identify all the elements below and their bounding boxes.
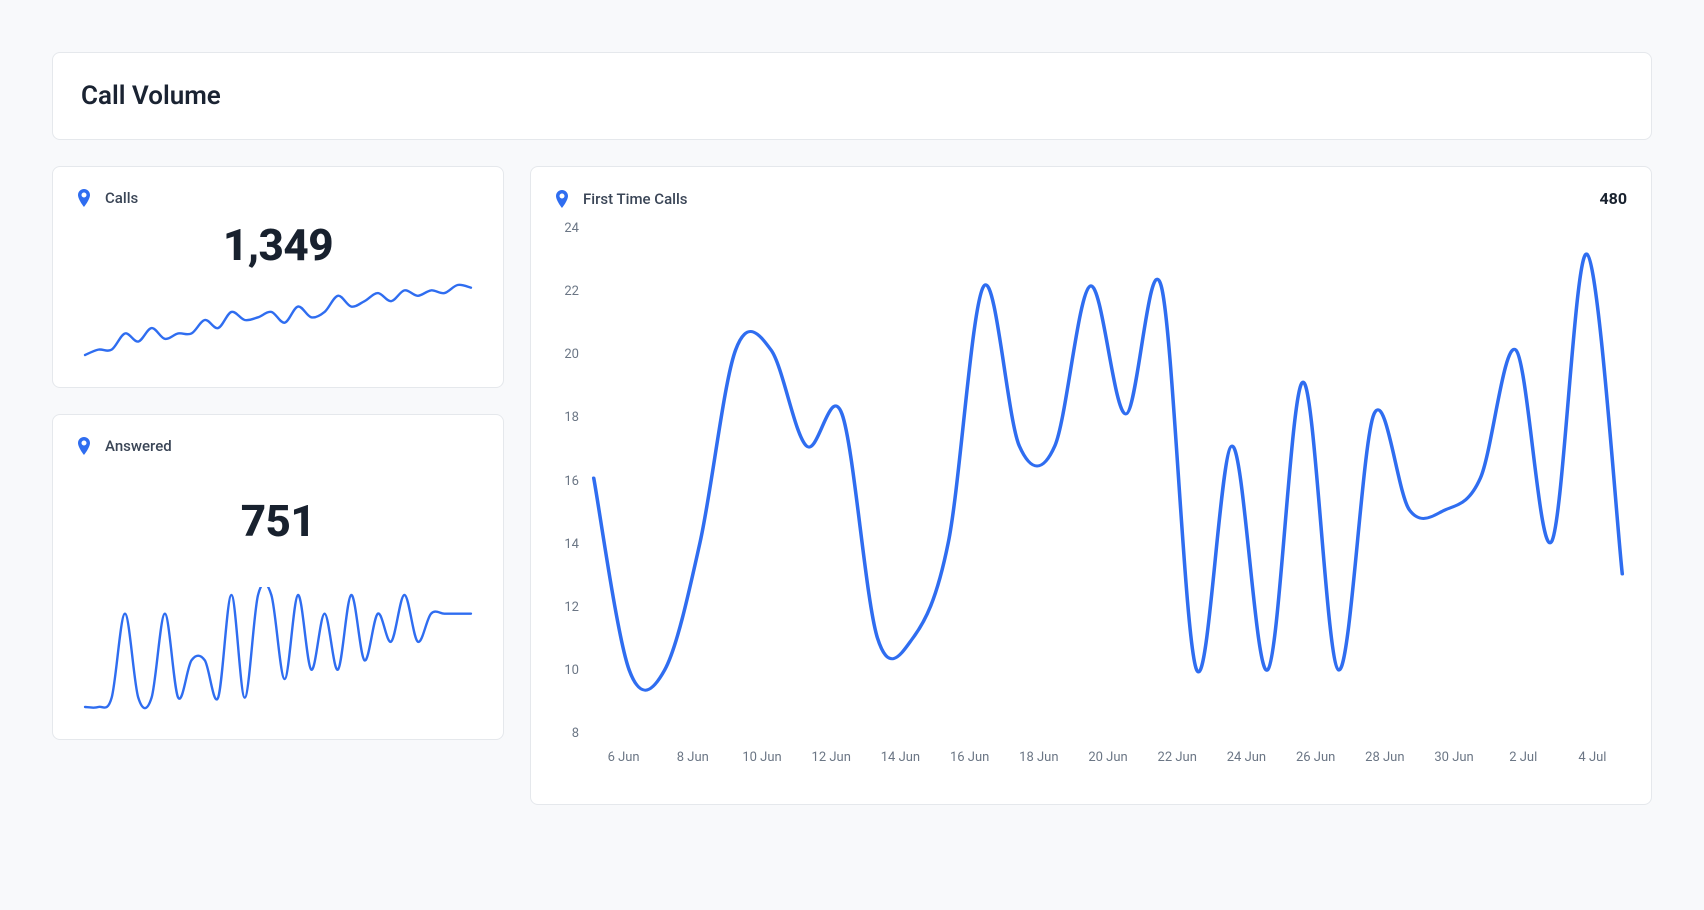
x-tick: 10 Jun <box>727 750 796 776</box>
y-tick: 14 <box>555 538 579 551</box>
answered-label: Answered <box>105 437 172 455</box>
y-tick: 10 <box>555 664 579 677</box>
x-tick: 2 Jul <box>1489 750 1558 776</box>
x-tick: 12 Jun <box>797 750 866 776</box>
x-tick: 30 Jun <box>1419 750 1488 776</box>
y-tick: 24 <box>555 222 579 235</box>
y-tick: 16 <box>555 475 579 488</box>
y-tick: 22 <box>555 285 579 298</box>
y-tick: 18 <box>555 411 579 424</box>
answered-card: Answered 751 <box>52 414 504 740</box>
chart-title: First Time Calls <box>583 190 688 208</box>
chart-area: 24 22 20 18 16 14 12 10 8 6 Jun8 Jun10 Jun12 Jun… <box>555 216 1627 776</box>
answered-value: 751 <box>77 495 479 547</box>
x-tick: 26 Jun <box>1281 750 1350 776</box>
page-title: Call Volume <box>81 81 1623 111</box>
x-tick: 6 Jun <box>589 750 658 776</box>
pin-icon <box>77 189 91 207</box>
x-axis: 6 Jun8 Jun10 Jun12 Jun14 Jun16 Jun18 Jun… <box>589 740 1627 776</box>
answered-card-header: Answered <box>77 437 479 455</box>
x-tick: 16 Jun <box>935 750 1004 776</box>
chart-header: First Time Calls 480 <box>555 189 1627 208</box>
pin-icon <box>555 190 569 208</box>
chart-plot: 6 Jun8 Jun10 Jun12 Jun14 Jun16 Jun18 Jun… <box>589 216 1627 776</box>
calls-label: Calls <box>105 189 138 207</box>
calls-card: Calls 1,349 <box>52 166 504 388</box>
x-tick: 14 Jun <box>866 750 935 776</box>
stats-column: Calls 1,349 Answered 751 <box>52 166 504 740</box>
calls-sparkline <box>77 277 479 363</box>
x-tick: 20 Jun <box>1073 750 1142 776</box>
x-tick: 4 Jul <box>1558 750 1627 776</box>
answered-sparkline <box>77 587 479 715</box>
page-header: Call Volume <box>52 52 1652 140</box>
dashboard-grid: Calls 1,349 Answered 751 <box>52 166 1652 805</box>
x-tick: 22 Jun <box>1143 750 1212 776</box>
x-tick: 18 Jun <box>1004 750 1073 776</box>
chart-total: 480 <box>1599 189 1627 208</box>
y-axis: 24 22 20 18 16 14 12 10 8 <box>555 216 589 776</box>
x-tick: 28 Jun <box>1350 750 1419 776</box>
y-tick: 8 <box>555 727 579 740</box>
y-tick: 12 <box>555 601 579 614</box>
x-tick: 24 Jun <box>1212 750 1281 776</box>
calls-value: 1,349 <box>77 219 479 271</box>
y-tick: 20 <box>555 348 579 361</box>
calls-card-header: Calls <box>77 189 479 207</box>
x-tick: 8 Jun <box>658 750 727 776</box>
first-time-calls-card: First Time Calls 480 24 22 20 18 16 14 12 10 8 6… <box>530 166 1652 805</box>
pin-icon <box>77 437 91 455</box>
